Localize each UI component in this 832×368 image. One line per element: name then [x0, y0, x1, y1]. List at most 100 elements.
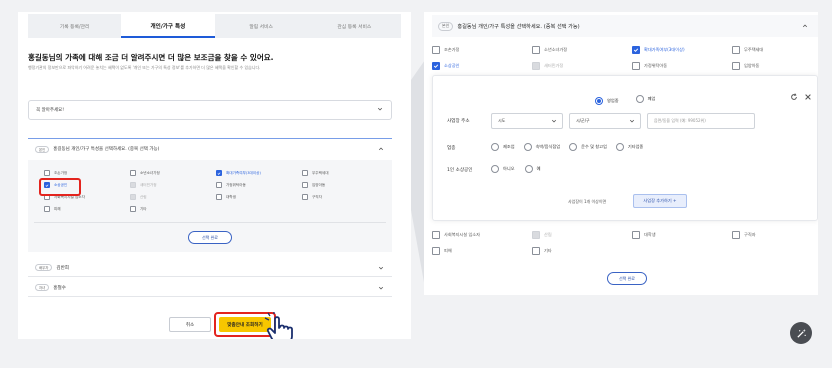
checkbox-icon — [732, 231, 740, 239]
sigungu-select[interactable]: 시/군/구 — [569, 113, 641, 129]
chevron-up-icon — [378, 146, 384, 152]
radio-icon — [635, 95, 644, 103]
refresh-icon[interactable] — [790, 86, 798, 100]
trait-checkbox: 새터민가정 — [130, 182, 157, 188]
trait-checkbox[interactable]: 확대가족여부(3대이상) — [632, 46, 685, 54]
trait-checkbox[interactable]: 기타 — [130, 206, 147, 212]
trait-checkbox[interactable]: 피해 — [44, 206, 61, 212]
section-divider — [28, 138, 392, 139]
checkbox-icon — [216, 194, 222, 200]
radio-open[interactable]: 영업중 — [595, 97, 619, 105]
section-title: 홍길동님 개인/가구 특성을 선택하세요. (중복 선택 가능) — [457, 23, 580, 30]
checkbox-icon — [732, 46, 740, 54]
accordion-name: 김반희 — [56, 265, 70, 271]
tab-alert[interactable]: 알림 서비스 — [215, 14, 308, 38]
radio-solo-no[interactable]: 아니오 — [491, 165, 515, 173]
trait-label: 조손가정 — [54, 170, 68, 175]
trait-label: 조손가정 — [444, 47, 460, 52]
trait-label: 무주택세대 — [312, 170, 329, 175]
radio-industry[interactable]: 숙박/음식점업 — [523, 143, 561, 151]
trait-label: 가정위탁아동 — [644, 63, 668, 68]
accordion-child[interactable]: 자녀 홍철수 — [28, 279, 392, 297]
small-business-popup: 영업중 폐업 사업장 주소 시도 시/군/구 읍면/동을 입력 (예: 9905… — [432, 75, 818, 221]
trait-label: 기타 — [544, 248, 552, 253]
radio-solo-yes[interactable]: 예 — [524, 165, 540, 173]
trait-checkbox[interactable]: 피해 — [432, 247, 452, 255]
trait-label: 소상공인 — [444, 63, 460, 68]
radio-industry[interactable]: 제조업 — [491, 143, 515, 151]
trait-label: 대학생 — [644, 232, 656, 237]
page-title: 홍길동님의 가족에 대해 조금 더 알려주시면 더 많은 보조금을 찾을 수 있… — [28, 53, 274, 62]
trait-checkbox[interactable]: 구직자 — [302, 194, 322, 200]
trait-checkbox[interactable]: 소년소녀가정 — [532, 46, 567, 54]
trait-checkbox[interactable]: 대학생 — [216, 194, 236, 200]
notice-select[interactable]: 꼭 알아주세요! — [28, 100, 392, 120]
accordion-badge: 자녀 — [35, 284, 50, 291]
checked-icon — [432, 62, 440, 70]
section-header[interactable]: 본인 홍길동님 개인/가구 특성을 선택하세요. (중복 선택 가능) — [28, 141, 392, 157]
sido-select[interactable]: 시도 — [491, 113, 563, 129]
trait-checkbox[interactable]: 무주택세대 — [302, 170, 329, 176]
radio-closed[interactable]: 폐업 — [635, 95, 655, 103]
trait-label: 소년소녀가정 — [140, 170, 160, 175]
radio-label: 기타업종 — [627, 144, 644, 149]
trait-checkbox[interactable]: 조손가정 — [44, 170, 67, 176]
trait-checkbox[interactable]: 구직자 — [732, 231, 756, 239]
chevron-down-icon — [378, 265, 384, 271]
radio-icon — [569, 143, 578, 151]
checkbox-disabled-icon — [130, 182, 136, 188]
checkbox-icon — [130, 206, 136, 212]
trait-checkbox[interactable]: 가정위탁아동 — [632, 62, 667, 70]
trait-label: 입양아동 — [744, 63, 760, 68]
section-title: 홍길동님 개인/가구 특성을 선택하세요. (중복 선택 가능) — [53, 147, 160, 152]
sido-value: 시도 — [498, 118, 506, 123]
trait-checkbox[interactable]: 소상공인 — [432, 62, 459, 70]
checkbox-disabled-icon — [130, 194, 136, 200]
notice-select-label: 꼭 알아주세요! — [36, 108, 65, 113]
trait-label: 새터민가정 — [140, 182, 157, 187]
pointer-hand-icon — [264, 312, 300, 339]
trait-checkbox[interactable]: 확대가족여부(3대이상) — [216, 170, 261, 176]
close-icon[interactable] — [804, 86, 812, 100]
trait-checkbox[interactable]: 입양아동 — [302, 182, 325, 188]
chevron-down-icon — [377, 106, 383, 112]
checkbox-icon — [216, 182, 222, 188]
checkbox-icon — [432, 46, 440, 54]
trait-checkbox[interactable]: 무주택세대 — [732, 46, 763, 54]
tab-bar: 기록 등록/관리 개인/가구 특성 알림 서비스 관심 등록 서비스 — [28, 14, 401, 38]
tab-interest[interactable]: 관심 등록 서비스 — [308, 14, 401, 38]
accordion-spouse[interactable]: 배우자 김반희 — [28, 259, 392, 277]
radio-industry[interactable]: 기타업종 — [615, 143, 644, 151]
add-business-button[interactable]: 사업장 추가하기 + — [633, 194, 687, 208]
trait-label: 산림 — [140, 194, 147, 199]
tab-record[interactable]: 기록 등록/관리 — [28, 14, 121, 38]
trait-label: 피해 — [54, 206, 61, 211]
zoom-section-header[interactable]: 본인 홍길동님 개인/가구 특성을 선택하세요. (중복 선택 가능) — [432, 15, 818, 37]
trait-grid: 조손가정 소년소녀가정 확대가족여부(3대이상) 무주택세대 소상공인 새터민가… — [28, 160, 392, 252]
checkbox-icon — [302, 194, 308, 200]
checkbox-icon — [632, 62, 640, 70]
industry-group: 제조업 숙박/음식점업 운수 및 창고업 기타업종 — [491, 143, 643, 151]
trait-checkbox[interactable]: 기타 — [532, 247, 552, 255]
tab-personal[interactable]: 개인/가구 특성 — [121, 14, 215, 38]
left-submit-button[interactable]: 선택 완료 — [188, 231, 232, 244]
checkbox-disabled-icon — [532, 231, 540, 239]
trait-label: 대학생 — [226, 194, 236, 199]
radio-label: 숙박/음식점업 — [535, 144, 561, 149]
page-subtitle: 행정기관의 정보만으로 파악하기 어려운 놓치는 혜택이 없도록 '개인 또는 … — [28, 65, 261, 70]
checkbox-icon — [302, 170, 308, 176]
road-address-input[interactable]: 읍면/동을 입력 (예: 99052위) — [647, 113, 755, 129]
checkbox-icon — [732, 62, 740, 70]
zoom-panel: 본인 홍길동님 개인/가구 특성을 선택하세요. (중복 선택 가능) 조손가정… — [424, 12, 818, 295]
trait-checkbox[interactable]: 대학생 — [632, 231, 656, 239]
accordion-badge: 배우자 — [35, 264, 53, 271]
right-submit-button[interactable]: 선택 완료 — [607, 272, 647, 285]
magic-wand-icon[interactable] — [790, 322, 812, 344]
trait-checkbox[interactable]: 가정위탁아동 — [216, 182, 246, 188]
radio-industry[interactable]: 운수 및 창고업 — [569, 143, 607, 151]
trait-checkbox[interactable]: 소년소녀가정 — [130, 170, 160, 176]
trait-checkbox[interactable]: 입양아동 — [732, 62, 759, 70]
trait-checkbox[interactable]: 사회복지시설 입소자 — [432, 231, 480, 239]
trait-checkbox[interactable]: 조손가정 — [432, 46, 459, 54]
cancel-button[interactable]: 취소 — [169, 317, 211, 332]
